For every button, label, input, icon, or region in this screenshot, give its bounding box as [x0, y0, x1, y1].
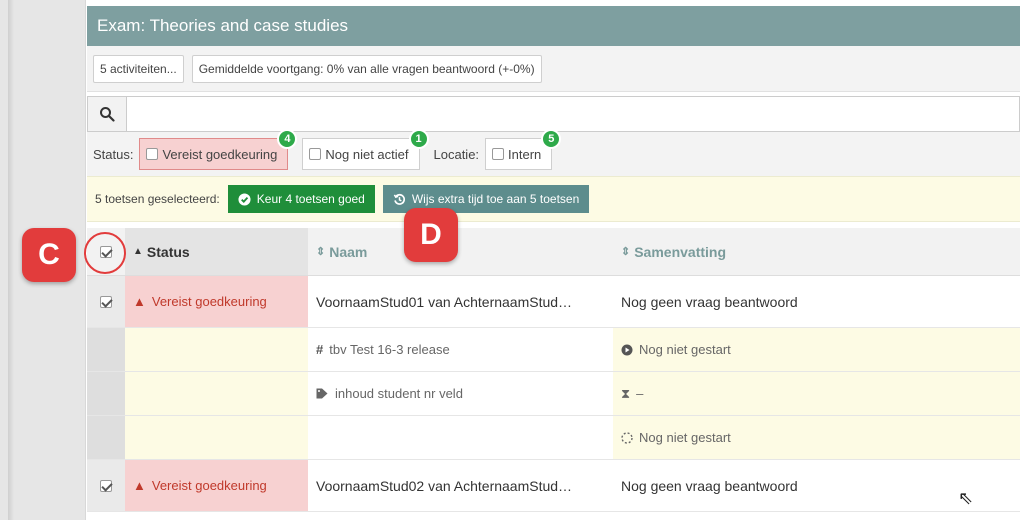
- progress-chip: Gemiddelde voortgang: 0% van alle vragen…: [191, 54, 542, 83]
- row-checkbox[interactable]: [100, 479, 112, 492]
- name-cell[interactable]: VoornaamStud02 van AchternaamStud…: [308, 460, 613, 511]
- warning-icon: ▲: [133, 478, 146, 493]
- name-cell[interactable]: VoornaamStud01 van AchternaamStud…: [308, 276, 613, 327]
- count-badge: 1: [408, 129, 429, 149]
- column-header-samenvatting[interactable]: ⇕ Samenvatting: [613, 228, 1020, 275]
- sort-icon: ⇕: [621, 246, 631, 258]
- row-select-cell: [87, 460, 125, 511]
- filter-intern[interactable]: Intern 5: [485, 129, 562, 170]
- column-header-naam[interactable]: ⇕ Naam: [308, 228, 613, 275]
- exam-title: Exam: Theories and case studies: [97, 16, 349, 35]
- status-cell: ▲ Vereist goedkeuring: [125, 460, 308, 511]
- hash-icon: #: [316, 342, 324, 357]
- filter-checkbox[interactable]: [146, 148, 159, 160]
- detail-name-cell: # tbv Test 16-3 release: [308, 328, 613, 371]
- column-header-status[interactable]: ▲ Status: [125, 228, 308, 275]
- summary-cell: Nog geen vraag beantwoord: [613, 276, 1020, 327]
- detail-summary-cell: Nog niet gestart: [613, 416, 1020, 459]
- table-row[interactable]: ▲ Vereist goedkeuring VoornaamStud02 van…: [87, 460, 1020, 512]
- bulk-action-row: 5 toetsen geselecteerd: Keur 4 toetsen g…: [87, 176, 1020, 222]
- check-circle-icon: [238, 192, 251, 206]
- sort-up-icon: ▲: [133, 246, 143, 257]
- filter-vereist-goedkeuring[interactable]: Vereist goedkeuring 4: [139, 129, 298, 170]
- status-filter-label: Status:: [93, 146, 134, 162]
- detail-status-cell: [125, 372, 308, 415]
- detail-row: # tbv Test 16-3 release Nog niet gestart: [87, 328, 1020, 372]
- extra-time-button-label: Wijs extra tijd toe aan 5 toetsen: [411, 192, 580, 206]
- detail-row: Nog niet gestart: [87, 416, 1020, 460]
- count-badge: 5: [541, 129, 562, 149]
- callout-c: C: [22, 228, 76, 282]
- detail-gutter: [87, 328, 125, 371]
- detail-summary-cell: ⧗ –: [613, 372, 1020, 415]
- row-checkbox[interactable]: [100, 295, 112, 308]
- table-row[interactable]: ▲ Vereist goedkeuring VoornaamStud01 van…: [87, 276, 1020, 328]
- detail-gutter: [87, 372, 125, 415]
- status-cell: ▲ Vereist goedkeuring: [125, 276, 308, 327]
- table-header: ▲ Status ⇕ Naam ⇕ Samenvatting: [87, 228, 1020, 276]
- filter-row: Status: Vereist goedkeuring 4 Nog niet a…: [87, 129, 1020, 176]
- detail-status-cell: [125, 416, 308, 459]
- results-table: ▲ Status ⇕ Naam ⇕ Samenvatting ▲ Vereist…: [87, 228, 1020, 512]
- warning-icon: ▲: [133, 294, 146, 309]
- sort-icon: ⇕: [316, 246, 326, 258]
- info-row: 5 activiteiten... Gemiddelde voortgang: …: [87, 46, 1020, 92]
- detail-row: inhoud student nr veld ⧗ –: [87, 372, 1020, 416]
- search-row: [87, 96, 1020, 132]
- location-filter-label: Locatie:: [433, 146, 480, 162]
- history-icon: [393, 193, 405, 205]
- play-circle-icon: [621, 344, 633, 355]
- spinner-icon: [621, 431, 633, 444]
- selected-count-text: 5 toetsen geselecteerd:: [95, 192, 220, 206]
- approve-button[interactable]: Keur 4 toetsen goed: [227, 185, 375, 213]
- filter-checkbox[interactable]: [309, 148, 322, 160]
- search-input[interactable]: [127, 96, 1020, 132]
- search-icon: [100, 107, 115, 122]
- detail-gutter: [87, 416, 125, 459]
- tag-icon: [316, 388, 328, 399]
- detail-name-cell: [308, 416, 613, 459]
- filter-label: Intern: [508, 146, 542, 162]
- filter-label: Nog niet actief: [325, 146, 409, 162]
- detail-summary-cell: Nog niet gestart: [613, 328, 1020, 371]
- callout-d: D: [404, 208, 458, 262]
- approve-button-label: Keur 4 toetsen goed: [256, 192, 365, 206]
- activities-chip[interactable]: 5 activiteiten...: [93, 54, 184, 83]
- shadow-edge: [8, 0, 14, 520]
- row-select-cell: [87, 276, 125, 327]
- select-all-highlight-ring: [84, 232, 126, 274]
- filter-nog-niet-actief[interactable]: Nog niet actief 1: [302, 129, 429, 170]
- filter-checkbox[interactable]: [492, 148, 505, 160]
- detail-status-cell: [125, 328, 308, 371]
- search-button[interactable]: [87, 96, 127, 132]
- filter-label: Vereist goedkeuring: [162, 146, 278, 162]
- exam-title-bar: Exam: Theories and case studies: [87, 6, 1020, 46]
- count-badge: 4: [277, 129, 298, 149]
- detail-name-cell: inhoud student nr veld: [308, 372, 613, 415]
- hourglass-icon: ⧗: [621, 385, 631, 401]
- mouse-cursor-icon: ⇖: [958, 488, 974, 508]
